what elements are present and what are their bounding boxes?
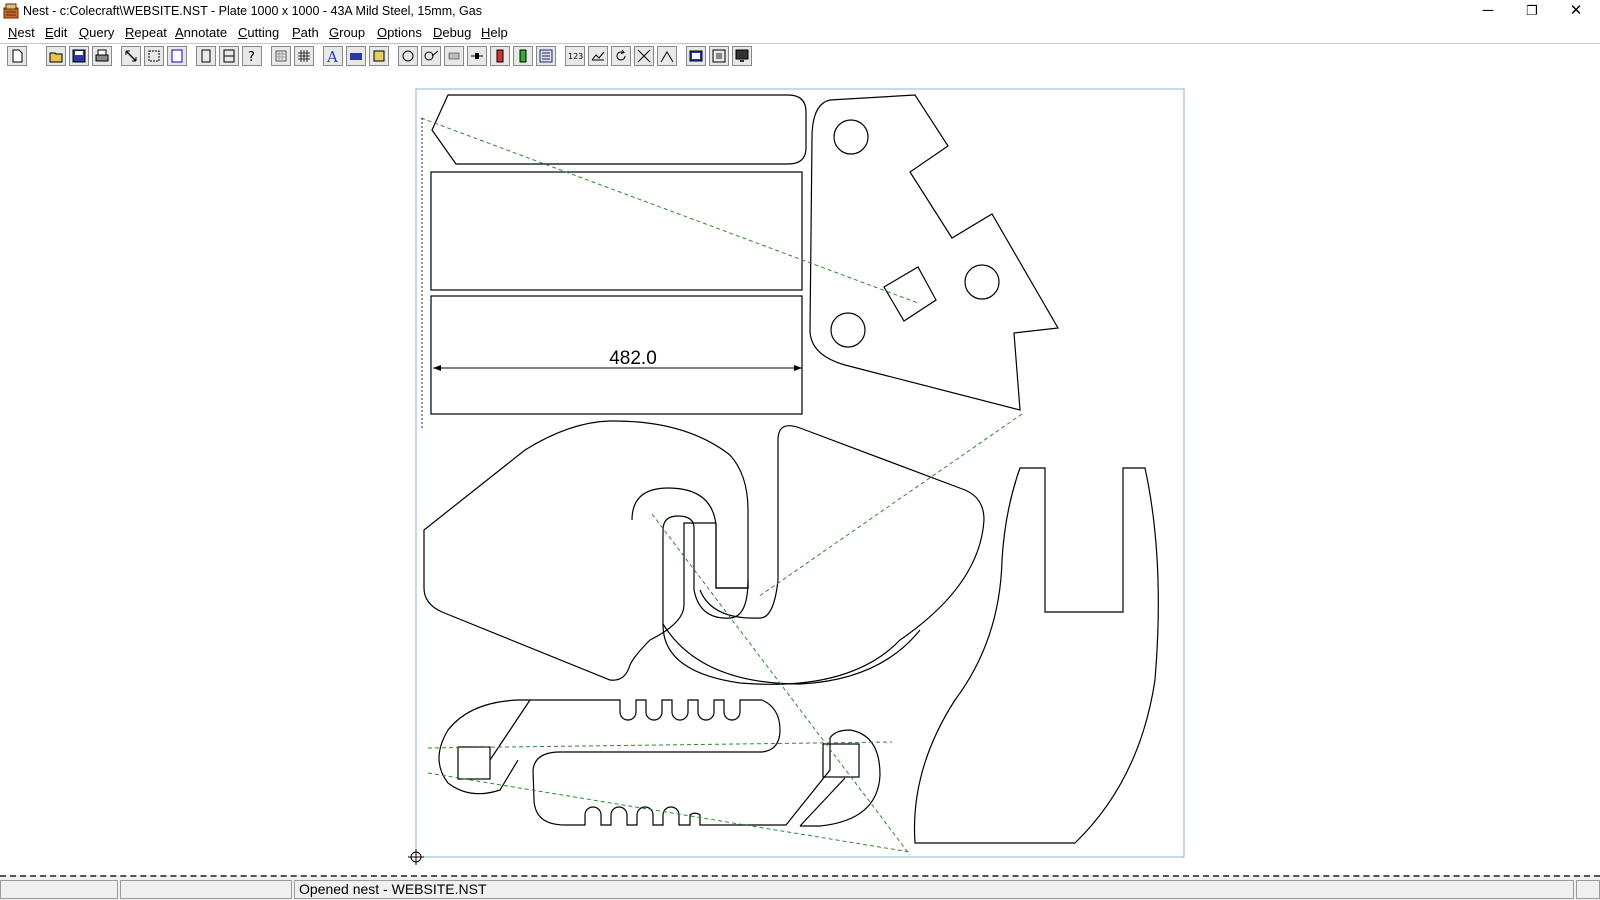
- part-bracket[interactable]: [809, 94, 1059, 411]
- origin-marker: [408, 849, 424, 865]
- app-icon: [3, 3, 19, 19]
- title-bar: Nest - c:Colecraft\WEBSITE.NST - Plate 1…: [0, 0, 1600, 24]
- part-toothed-link-square-left[interactable]: [457, 746, 491, 780]
- part-bracket-square-hole[interactable]: [883, 266, 937, 322]
- part-hook-large[interactable]: [423, 420, 749, 681]
- cut-tool-icon[interactable]: [398, 46, 418, 66]
- part-hook-tail[interactable]: [662, 623, 921, 685]
- link-icon[interactable]: [467, 46, 487, 66]
- menu-bar: Nest Edit Query Repeat Annotate Cutting …: [0, 22, 1600, 43]
- part-bracket-hole-3[interactable]: [830, 312, 866, 348]
- svg-text:123: 123: [568, 52, 583, 61]
- part-tall-hook[interactable]: [913, 467, 1159, 844]
- status-bar: Opened nest - WEBSITE.NST: [0, 875, 1600, 900]
- menu-group[interactable]: Group: [329, 25, 365, 40]
- rotate-icon[interactable]: [611, 46, 631, 66]
- view2-icon[interactable]: [709, 46, 729, 66]
- start-point-icon[interactable]: [490, 46, 510, 66]
- dimension-482[interactable]: 482.0: [433, 348, 802, 371]
- zoom-window-icon[interactable]: [144, 46, 164, 66]
- part-hook-inner[interactable]: [631, 425, 985, 685]
- save-icon[interactable]: [69, 46, 89, 66]
- menu-cutting[interactable]: Cutting: [238, 25, 279, 40]
- zoom-fit-icon[interactable]: [121, 46, 141, 66]
- grid-icon[interactable]: [294, 46, 314, 66]
- nest-drawing: 482.0: [408, 88, 1185, 865]
- minimize-button[interactable]: ─: [1466, 0, 1510, 22]
- sheet-icon[interactable]: [536, 46, 556, 66]
- open-folder-icon[interactable]: [46, 46, 66, 66]
- nest-canvas[interactable]: 482.0: [0, 70, 1600, 875]
- text-icon[interactable]: A: [323, 46, 343, 66]
- grid-small-icon[interactable]: [271, 46, 291, 66]
- part-bracket-hole-1[interactable]: [833, 119, 869, 155]
- menu-path[interactable]: Path: [292, 25, 319, 40]
- menu-query[interactable]: Query: [79, 25, 114, 40]
- lead-icon[interactable]: [444, 46, 464, 66]
- status-pane-2: [120, 880, 292, 899]
- part-toothed-link[interactable]: [518, 699, 881, 827]
- menu-edit[interactable]: Edit: [45, 25, 67, 40]
- zoom-page-icon[interactable]: [167, 46, 187, 66]
- status-message: Opened nest - WEBSITE.NST: [294, 880, 1574, 899]
- numbering-icon[interactable]: 123: [565, 46, 585, 66]
- measure-icon[interactable]: [588, 46, 608, 66]
- window-title: Nest - c:Colecraft\WEBSITE.NST - Plate 1…: [23, 4, 482, 18]
- line-icon[interactable]: [657, 46, 677, 66]
- marker-icon[interactable]: [369, 46, 389, 66]
- menu-annotate[interactable]: Annotate: [175, 25, 227, 40]
- close-button[interactable]: ✕: [1554, 0, 1598, 22]
- end-point-icon[interactable]: [513, 46, 533, 66]
- svg-text:?: ?: [248, 50, 255, 64]
- menu-repeat[interactable]: Repeat: [125, 25, 167, 40]
- label-icon[interactable]: [346, 46, 366, 66]
- menu-debug[interactable]: Debug: [433, 25, 471, 40]
- menu-options[interactable]: Options: [377, 25, 422, 40]
- menu-help[interactable]: Help: [481, 25, 508, 40]
- restore-button[interactable]: ❐: [1510, 0, 1554, 22]
- view1-icon[interactable]: [686, 46, 706, 66]
- part-toothed-link-slot[interactable]: [489, 699, 846, 827]
- toolbar: ? A 123: [0, 43, 1600, 72]
- cross-icon[interactable]: [634, 46, 654, 66]
- help-icon[interactable]: ?: [242, 46, 262, 66]
- part-icon[interactable]: [196, 46, 216, 66]
- menu-nest[interactable]: Nest: [8, 25, 35, 40]
- status-pane-1: [0, 880, 118, 899]
- dimension-label: 482.0: [609, 348, 657, 369]
- new-icon[interactable]: [7, 46, 27, 66]
- svg-text:A: A: [326, 48, 338, 64]
- pierce-icon[interactable]: [421, 46, 441, 66]
- print-icon[interactable]: [92, 46, 112, 66]
- part-bracket-hole-2[interactable]: [964, 264, 1000, 300]
- resize-grip[interactable]: [1576, 880, 1600, 899]
- monitor-icon[interactable]: [732, 46, 752, 66]
- layout-icon[interactable]: [219, 46, 239, 66]
- part-rectangle-1[interactable]: [430, 171, 803, 291]
- plate-border: [415, 88, 1185, 858]
- part-rounded-bar[interactable]: [431, 94, 807, 165]
